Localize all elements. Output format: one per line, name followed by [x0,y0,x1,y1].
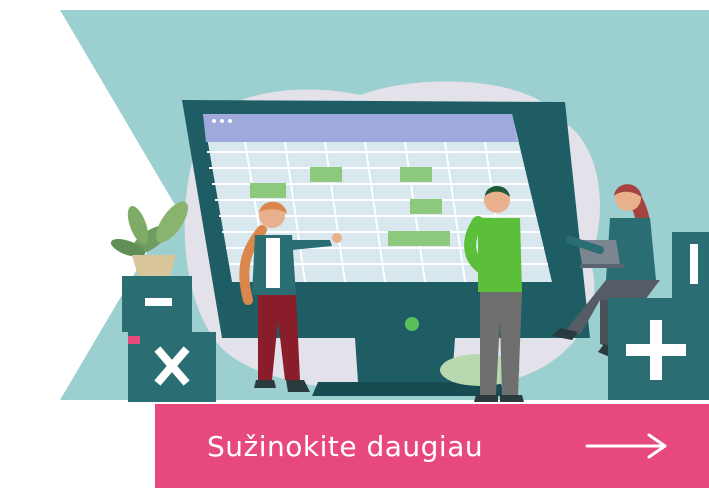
learn-more-label: Sužinokite daugiau [207,429,484,463]
multiply-box-icon [128,332,216,402]
promo-banner: Sužinokite daugiau [0,0,709,488]
arrow-right-icon [585,433,667,459]
minus-box-icon [122,276,192,332]
plus-box-icon [608,298,709,400]
learn-more-button[interactable]: Sužinokite daugiau [155,404,709,488]
